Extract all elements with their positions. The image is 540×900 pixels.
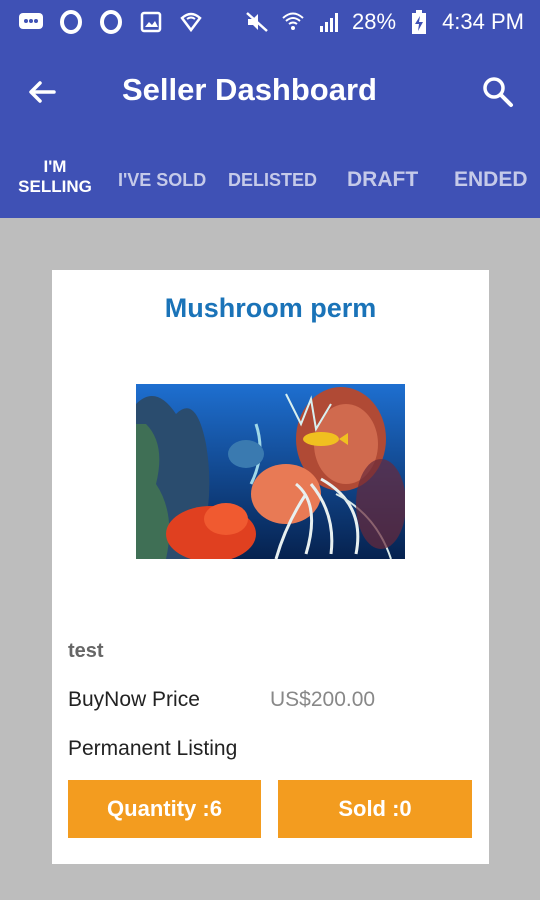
status-bar: 28% 4:34 PM xyxy=(0,0,540,44)
opera-icon xyxy=(98,9,124,35)
arrow-left-icon xyxy=(29,81,56,103)
search-button[interactable] xyxy=(478,72,518,112)
app-bar: Seller Dashboard xyxy=(0,44,540,140)
sold-button[interactable]: Sold :0 xyxy=(278,780,472,838)
signal-icon xyxy=(316,9,342,35)
tab-delisted[interactable]: DELISTED xyxy=(228,170,317,191)
listing-card[interactable]: Mushroom perm test BuyNow Price US$200.0… xyxy=(52,270,489,864)
page-title: Seller Dashboard xyxy=(122,72,377,107)
listing-image[interactable] xyxy=(136,384,405,559)
clock: 4:34 PM xyxy=(442,9,524,34)
listing-type: Permanent Listing xyxy=(68,737,238,760)
image-icon xyxy=(138,9,164,35)
tab-im-selling[interactable]: I'M SELLING xyxy=(10,157,100,197)
opera-icon xyxy=(58,9,84,35)
battery-charging-icon xyxy=(406,9,432,35)
back-button[interactable] xyxy=(22,72,62,112)
coral-reef-photo xyxy=(136,384,405,559)
price-value: US$200.00 xyxy=(270,688,376,711)
price-label: BuyNow Price xyxy=(68,688,200,711)
tab-bar: I'M SELLING I'VE SOLD DELISTED DRAFT END… xyxy=(0,140,540,218)
listing-title[interactable]: Mushroom perm xyxy=(52,293,489,324)
listing-description: test xyxy=(68,640,104,662)
battery-percent: 28% xyxy=(352,9,397,34)
tab-ive-sold[interactable]: I'VE SOLD xyxy=(118,170,206,191)
vpn-shield-icon xyxy=(178,9,204,35)
tab-ended[interactable]: ENDED xyxy=(454,168,528,192)
quantity-button[interactable]: Quantity :6 xyxy=(68,780,261,838)
mute-icon xyxy=(244,9,270,35)
search-icon xyxy=(483,77,513,107)
message-icon xyxy=(18,9,44,35)
wifi-icon xyxy=(280,9,306,35)
tab-draft[interactable]: DRAFT xyxy=(347,168,418,192)
